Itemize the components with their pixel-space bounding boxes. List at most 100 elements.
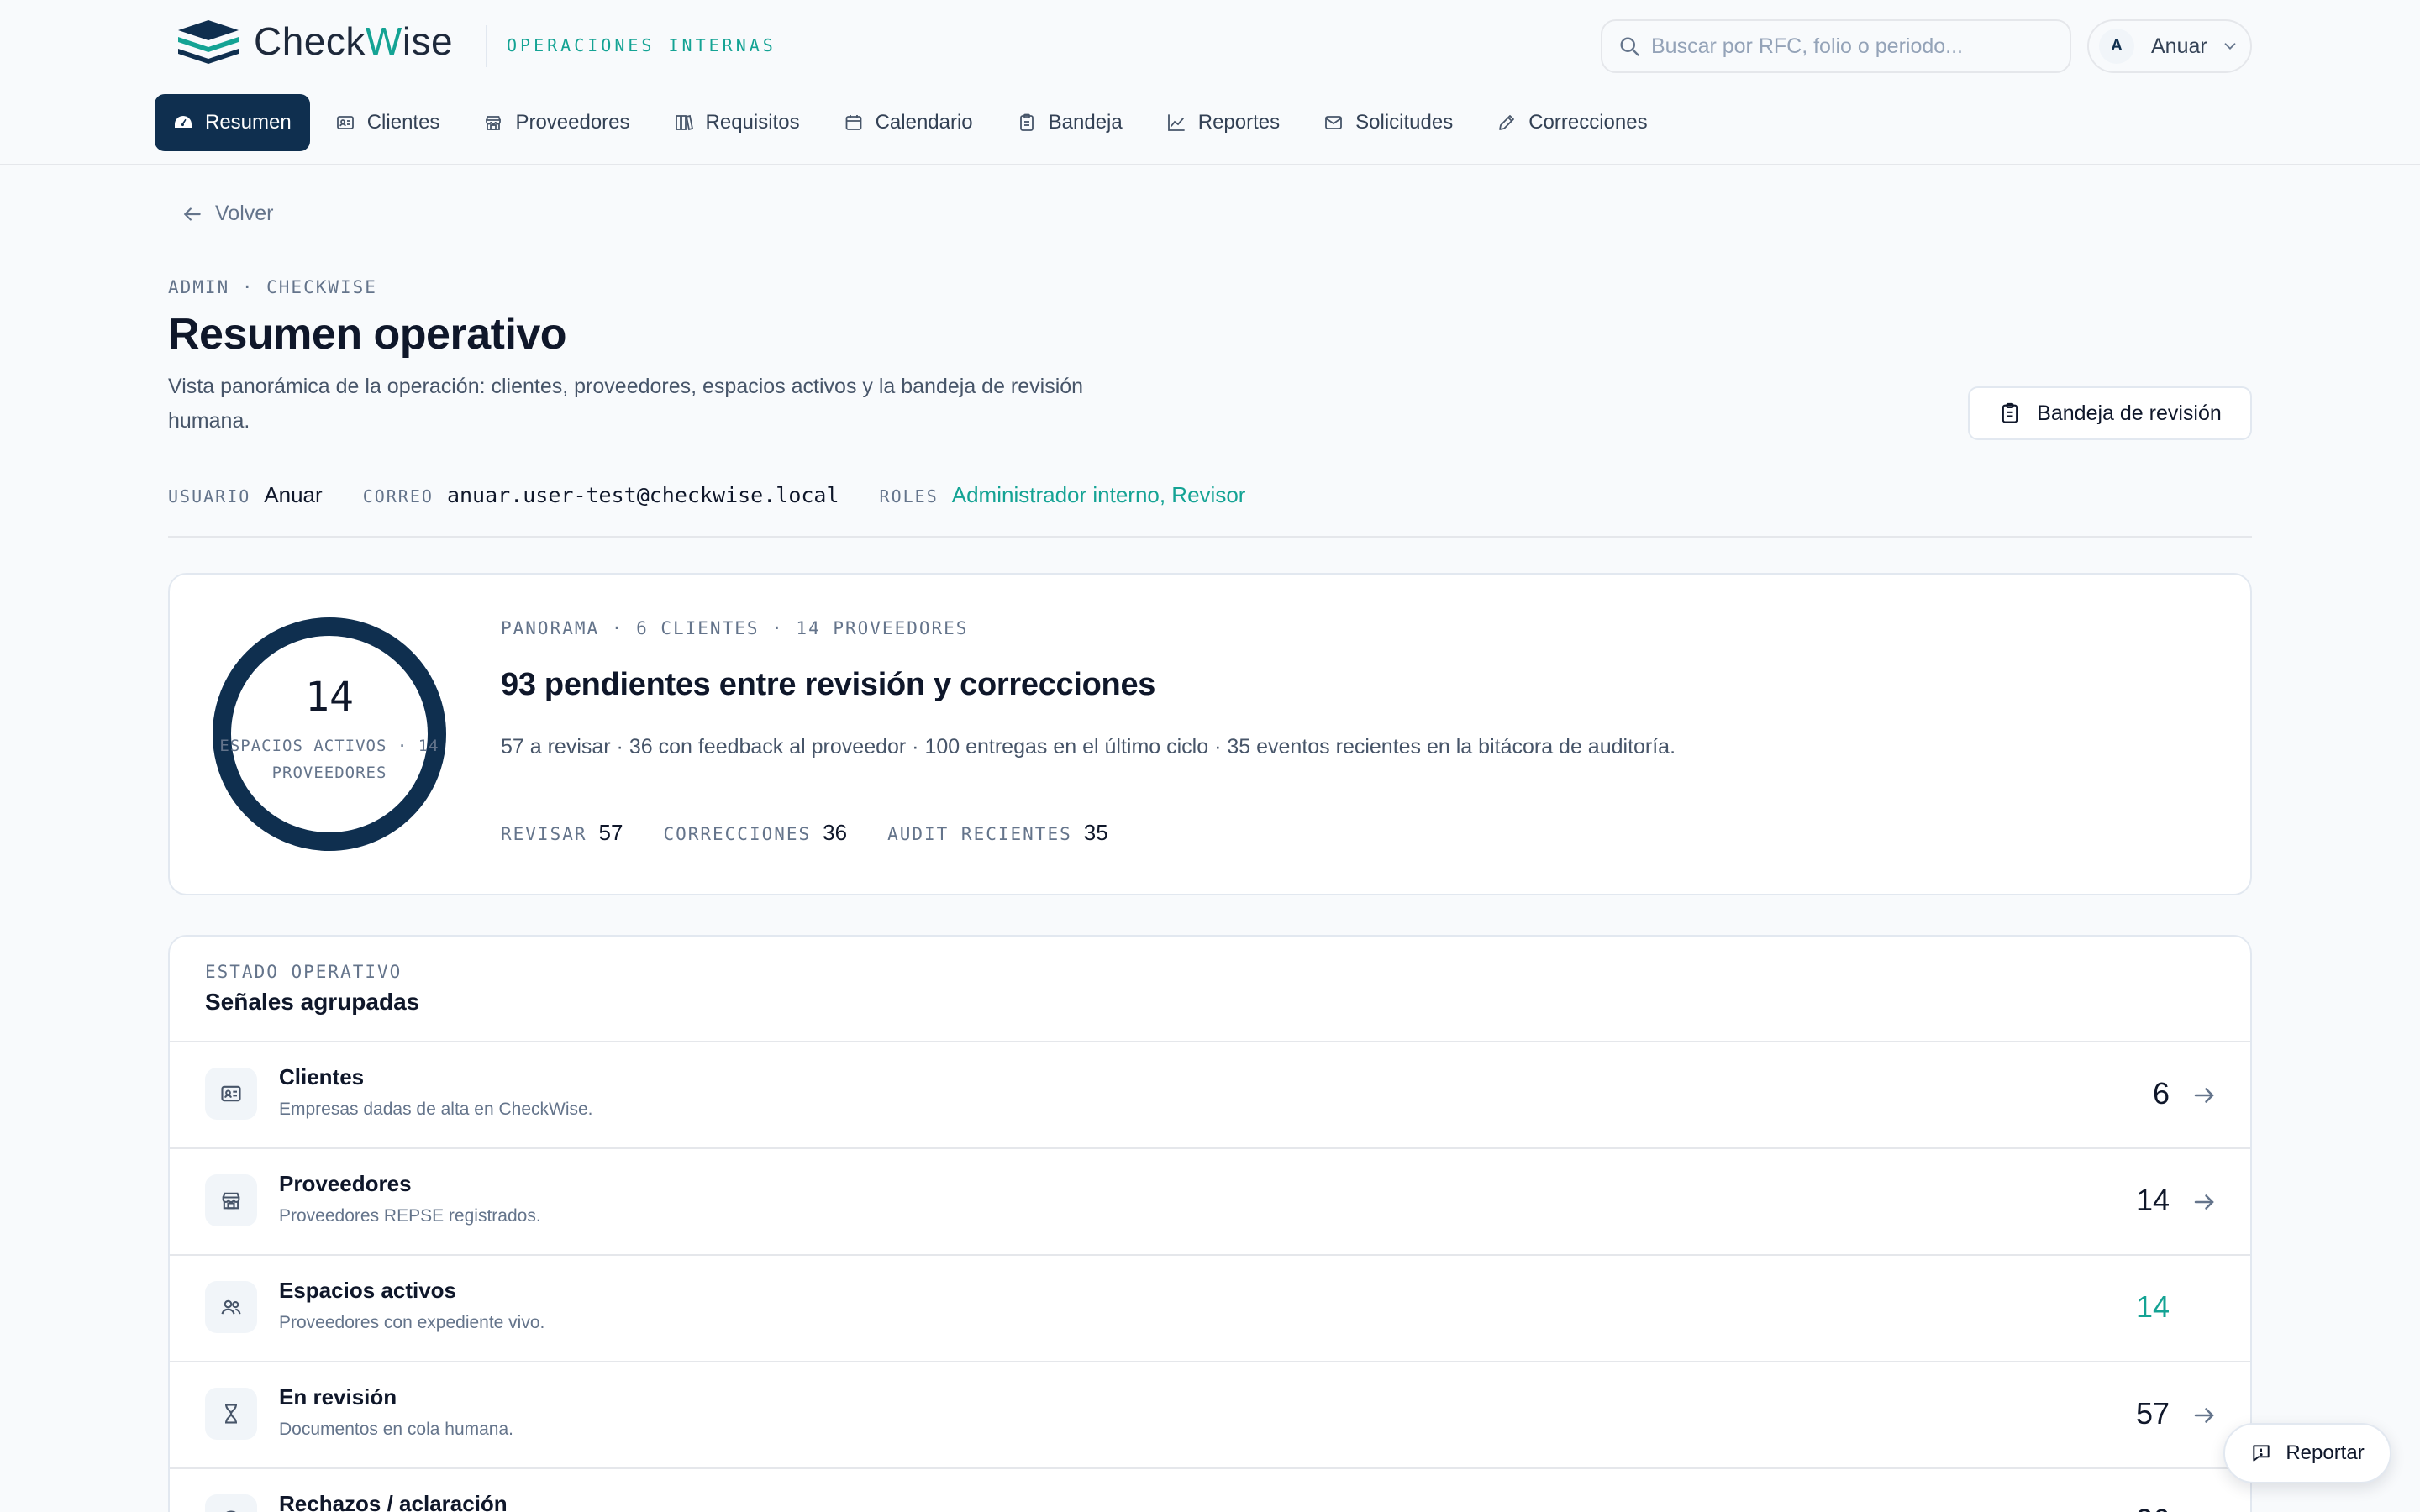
signal-icon [205, 1494, 257, 1512]
line-chart-icon [1167, 114, 1185, 131]
signal-description: Proveedores con expediente vivo. [279, 1313, 545, 1332]
arrow-right-icon[interactable] [2191, 1083, 2217, 1108]
nav-item-correcciones[interactable]: Correcciones [1478, 94, 1665, 151]
arrow-right-icon[interactable] [2191, 1189, 2217, 1215]
nav-item-label: Resumen [205, 111, 292, 134]
signal-value: 14 [2135, 1289, 2170, 1324]
search-input[interactable] [1651, 34, 2038, 59]
panorama-stats: REVISAR 57 CORRECCIONES 36 AUDIT RECIENT… [501, 820, 1149, 846]
nav-item-label: Bandeja [1048, 111, 1123, 134]
back-link[interactable]: Volver [182, 202, 273, 226]
signal-row-en-revision[interactable]: En revisión Documentos en cola humana. 5… [170, 1361, 2250, 1467]
report-button[interactable]: Reportar [2223, 1423, 2391, 1483]
arrow-left-icon [183, 207, 201, 221]
user-menu[interactable]: A Anuar [2087, 19, 2252, 73]
user-menu-name: Anuar [2151, 34, 2207, 58]
signal-name: En revisión [279, 1384, 397, 1410]
signal-name: Rechazos / aclaración [279, 1491, 508, 1512]
signal-icon [205, 1068, 257, 1120]
page-description: Vista panorámica de la operación: client… [168, 375, 1084, 433]
alert-circle-icon [226, 1510, 236, 1512]
meta-email-label: CORREO [362, 486, 434, 507]
meta-user-label: USUARIO [168, 486, 251, 507]
nav-item-proveedores[interactable]: Proveedores [465, 94, 648, 151]
stat-label: REVISAR [501, 824, 587, 844]
search-icon [1620, 37, 1639, 56]
signal-value: 14 [2135, 1183, 2170, 1217]
layers-logo-icon [178, 20, 239, 64]
nav-item-resumen[interactable]: Resumen [155, 94, 310, 151]
nav-item-label: Proveedores [515, 111, 630, 134]
signal-name: Proveedores [279, 1171, 412, 1196]
signal-icon [205, 1388, 257, 1440]
stat-value: 57 [598, 820, 623, 845]
mail-icon [1325, 116, 1343, 129]
review-inbox-button[interactable]: Bandeja de revisión [1968, 386, 2252, 440]
arrow-right-icon[interactable] [2191, 1403, 2217, 1428]
signal-icon [205, 1174, 257, 1226]
chevron-down-icon [2224, 43, 2236, 50]
nav-item-label: Correcciones [1528, 111, 1648, 134]
report-button-label: Reportar [2286, 1441, 2365, 1464]
nav-item-label: Requisitos [705, 111, 800, 134]
meta-email-value: anuar.user-test@checkwise.local [446, 483, 839, 507]
brand-divider [486, 25, 487, 67]
nav-item-requisitos[interactable]: Requisitos [655, 94, 818, 151]
signal-value: 36 [2136, 1503, 2170, 1512]
dashboard-gauge-icon [175, 116, 192, 128]
meta-user-value: Anuar [264, 482, 323, 507]
nav-item-clientes[interactable]: Clientes [317, 94, 459, 151]
hourglass-icon [225, 1404, 237, 1424]
library-icon [675, 114, 693, 131]
nav-item-label: Reportes [1197, 111, 1281, 134]
signal-description: Proveedores REPSE registrados. [279, 1206, 541, 1226]
nav-item-reportes[interactable]: Reportes [1148, 94, 1298, 151]
signal-row-espacios-activos: Espacios activos Proveedores con expedie… [170, 1254, 2250, 1361]
signals-card: ESTADO OPERATIVO Señales agrupadas Clien… [168, 935, 2252, 1512]
store-icon [486, 116, 502, 130]
brand-logo[interactable]: CheckWise [176, 18, 453, 64]
main-nav: Resumen Clientes Proveedores Requisitos … [155, 94, 1673, 151]
nav-item-calendario[interactable]: Calendario [825, 94, 992, 151]
nav-item-solicitudes[interactable]: Solicitudes [1305, 94, 1471, 151]
page-title: Resumen operativo [168, 310, 567, 359]
nav-item-label: Calendario [875, 111, 973, 134]
panorama-title: 93 pendientes entre revisión y correccio… [501, 667, 1156, 702]
store-icon [222, 1192, 240, 1210]
ring-caption: ESPACIOS ACTIVOS · 14 PROVEEDORES [219, 737, 439, 782]
signals-eyebrow: ESTADO OPERATIVO [205, 962, 402, 982]
signal-name: Espacios activos [279, 1278, 456, 1303]
meta-roles-value: Administrador interno, Revisor [951, 482, 1246, 507]
panorama-eyebrow: PANORAMA · 6 CLIENTES · 14 PROVEEDORES [501, 618, 969, 638]
signal-description: Empresas dadas de alta en CheckWise. [279, 1100, 593, 1119]
stat-value: 36 [823, 820, 848, 845]
top-header: CheckWise OPERACIONES INTERNAS A Anuar R… [0, 0, 2420, 165]
signal-row-proveedores[interactable]: Proveedores Proveedores REPSE registrado… [170, 1147, 2250, 1254]
signals-title: Señales agrupadas [205, 989, 420, 1015]
stat-value: 35 [1083, 820, 1108, 845]
id-card-icon [336, 116, 354, 129]
signal-value: 6 [2152, 1076, 2170, 1110]
clipboard-icon [2002, 402, 2018, 423]
panorama-description: 57 a revisar · 36 con feedback al provee… [501, 735, 1676, 759]
signal-value: 57 [2135, 1396, 2170, 1431]
clipboard-icon [1019, 113, 1034, 131]
back-label: Volver [215, 202, 274, 225]
signal-row-clientes[interactable]: Clientes Empresas dadas de alta en Check… [170, 1041, 2250, 1147]
stat-label: AUDIT RECIENTES [887, 824, 1072, 844]
breadcrumb: ADMIN · CHECKWISE [168, 277, 377, 297]
review-inbox-label: Bandeja de revisión [2037, 401, 2222, 425]
id-card-icon [221, 1085, 241, 1102]
brand-tagline: OPERACIONES INTERNAS [507, 35, 776, 55]
message-alert-icon [2253, 1445, 2270, 1462]
nav-item-label: Solicitudes [1355, 111, 1454, 134]
ring-value: 14 [305, 674, 354, 721]
calendar-icon [845, 115, 861, 130]
brand-name: CheckWise [254, 19, 454, 63]
signal-description: Documentos en cola humana. [279, 1420, 513, 1439]
search-box[interactable] [1601, 19, 2071, 73]
divider [168, 536, 2252, 538]
signal-row-rechazos[interactable]: Rechazos / aclaración 36 [170, 1467, 2250, 1512]
nav-item-bandeja[interactable]: Bandeja [998, 94, 1141, 151]
signal-name: Clientes [279, 1064, 365, 1089]
